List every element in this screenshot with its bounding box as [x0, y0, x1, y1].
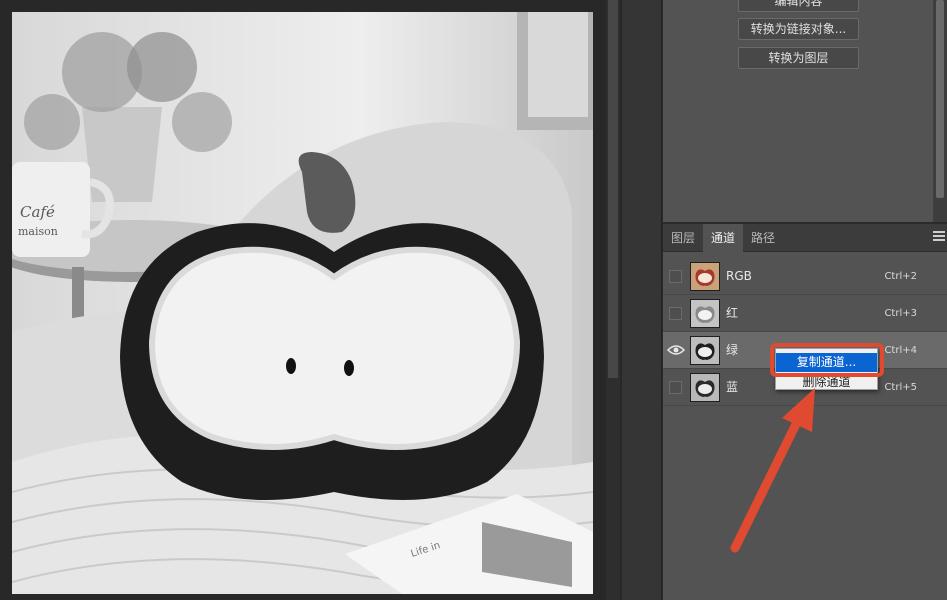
- canvas-scrollbar-thumb[interactable]: [608, 0, 618, 378]
- channel-thumbnail: [690, 336, 720, 365]
- properties-panel: 编辑内容 转换为链接对象... 转换为图层: [663, 0, 947, 222]
- panel-tabbar: 图层 通道 路径: [663, 224, 947, 252]
- edit-contents-button[interactable]: 编辑内容: [738, 0, 859, 12]
- visibility-toggle[interactable]: [669, 270, 682, 283]
- convert-to-layers-button[interactable]: 转换为图层: [738, 47, 859, 69]
- channel-name: 红: [726, 306, 739, 320]
- channel-thumbnail: [690, 373, 720, 402]
- canvas-image: Café maison Life in: [12, 12, 593, 594]
- channel-row-red[interactable]: 红 Ctrl+3: [663, 295, 947, 332]
- duplicate-channel-item[interactable]: 复制通道...: [776, 353, 877, 372]
- properties-scrollbar-thumb[interactable]: [936, 0, 944, 198]
- channel-thumbnail: [690, 262, 720, 291]
- channel-row-rgb[interactable]: RGB Ctrl+2: [663, 258, 947, 295]
- document-canvas[interactable]: Café maison Life in: [12, 12, 593, 594]
- channel-shortcut: Ctrl+5: [884, 382, 917, 393]
- canvas-workspace: Café maison Life in: [0, 0, 622, 600]
- canvas-scrollbar[interactable]: [606, 0, 620, 600]
- mug-text-cafe: Café: [20, 203, 55, 221]
- context-menu: 复制通道... 删除通道: [775, 348, 878, 390]
- channel-shortcut: Ctrl+2: [884, 271, 917, 282]
- properties-scrollbar[interactable]: [933, 0, 947, 222]
- channel-name: 绿: [726, 343, 739, 357]
- visibility-toggle[interactable]: [669, 381, 682, 394]
- mug-text-maison: maison: [18, 225, 58, 238]
- channel-shortcut: Ctrl+4: [884, 345, 917, 356]
- channel-shortcut: Ctrl+3: [884, 308, 917, 319]
- channels-panel: 图层 通道 路径 RGB Ctrl+2 红 Ctrl+3 绿 Ctrl+4 蓝 …: [663, 224, 947, 600]
- delete-channel-item[interactable]: 删除通道: [776, 373, 877, 392]
- channel-name: 蓝: [726, 380, 739, 394]
- panel-menu-icon[interactable]: [933, 231, 945, 245]
- eye-icon[interactable]: [667, 343, 685, 357]
- photoshop-window: Café maison Life in 编辑内容 转换为链接对象... 转换为图…: [0, 0, 947, 600]
- tab-channels[interactable]: 通道: [703, 224, 743, 252]
- visibility-toggle[interactable]: [669, 307, 682, 320]
- collapsed-panel-strip: [622, 0, 662, 600]
- channel-thumbnail: [690, 299, 720, 328]
- tab-paths[interactable]: 路径: [743, 224, 783, 252]
- tab-layers[interactable]: 图层: [663, 224, 703, 252]
- convert-to-linked-button[interactable]: 转换为链接对象...: [738, 18, 859, 40]
- channel-name: RGB: [726, 269, 752, 283]
